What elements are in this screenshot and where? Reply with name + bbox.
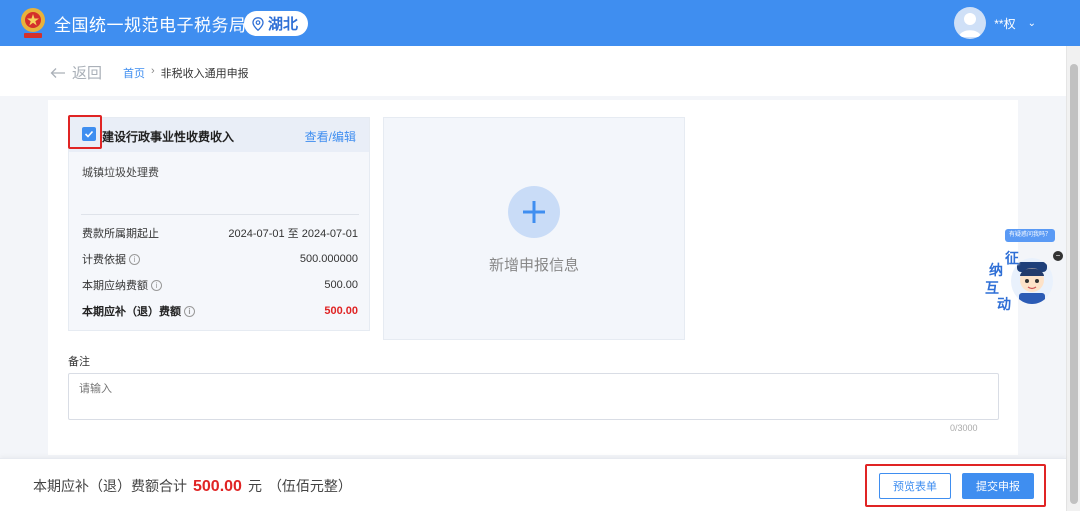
scrollbar-thumb[interactable] [1070,64,1078,504]
fee-payable-row: 本期应纳费额 i 500.00 [82,277,358,293]
tax-emblem-icon [18,6,48,40]
breadcrumb-home-link[interactable]: 首页 [123,65,145,81]
avatar[interactable] [954,7,987,39]
arrow-left-icon [50,67,65,78]
submit-declaration-button[interactable]: 提交申报 [962,473,1034,499]
note-label: 备注 [68,356,90,368]
fee-item-title: 建设行政事业性收费收入 [102,130,235,144]
breadcrumb-separator: › [151,65,155,77]
fee-basis-row: 计费依据 i 500.000000 [82,251,358,267]
highlight-box-checkbox [68,115,102,149]
fee-basis-label: 计费依据 [82,254,126,266]
fee-item-card: 建设行政事业性收费收入 查看/编辑 城镇垃圾处理费 费款所属期起止 2024-0… [68,117,370,331]
plus-icon[interactable] [508,186,560,238]
preview-form-button[interactable]: 预览表单 [879,473,951,499]
fee-period-value: 2024-07-01 至 2024-07-01 [228,228,358,240]
back-label: 返回 [72,65,103,82]
page-scrollbar[interactable] [1066,46,1080,511]
total-amount-words: （伍佰元整） [267,478,352,494]
top-header: 全国统一规范电子税务局 湖北 **权 ⌄ [0,0,1080,46]
fee-card-header: 建设行政事业性收费收入 查看/编辑 [69,118,369,152]
back-button[interactable]: 返回 [50,62,102,83]
fee-period-row: 费款所属期起止 2024-07-01 至 2024-07-01 [82,225,358,241]
helper-tooltip[interactable]: 有疑惑问我吗？ [1005,229,1055,242]
helper-char-na: 纳 [989,262,1003,278]
divider [81,214,359,215]
region-label: 湖北 [268,16,299,33]
note-char-counter: 0/3000 [950,423,978,433]
helper-char-zheng: 征 [1005,250,1019,266]
region-selector[interactable]: 湖北 [244,11,309,36]
breadcrumb: 首页 › 非税收入通用申报 [123,65,249,81]
info-icon[interactable]: i [184,305,195,317]
add-declaration-label[interactable]: 新增申报信息 [384,254,684,275]
close-icon[interactable]: − [1053,251,1063,261]
view-edit-link[interactable]: 查看/编辑 [305,128,356,145]
user-menu[interactable]: **权 ⌄ [954,7,1036,39]
helper-char-dong: 动 [997,296,1011,312]
fee-item-subtitle: 城镇垃圾处理费 [82,167,159,179]
total-label: 本期应补（退）费额合计 [33,478,187,494]
info-icon[interactable]: i [129,253,140,265]
fee-due-row: 本期应补（退）费额 i 500.00 [82,303,358,319]
interaction-helper-widget[interactable]: 征 纳 互 动 [981,244,1057,316]
fee-basis-value: 500.000000 [299,253,358,265]
fee-payable-value: 500.00 [324,279,358,291]
location-pin-icon [252,16,264,31]
fee-period-label: 费款所属期起止 [82,228,159,240]
note-textarea[interactable] [68,373,999,420]
fee-due-label: 本期应补（退）费额 [82,306,181,318]
chevron-down-icon[interactable]: ⌄ [1028,18,1036,29]
total-amount: 500.00 [193,478,242,495]
site-title[interactable]: 全国统一规范电子税务局 [54,11,247,36]
user-name[interactable]: **权 [994,15,1015,32]
breadcrumb-bar: 返回 首页 › 非税收入通用申报 [0,46,1066,96]
add-declaration-card[interactable]: 新增申报信息 [383,117,685,340]
info-icon[interactable]: i [151,279,162,291]
fee-payable-label: 本期应纳费额 [82,280,148,292]
total-summary: 本期应补（退）费额合计 500.00 元 （伍佰元整） [33,476,352,496]
breadcrumb-current: 非税收入通用申报 [160,68,249,80]
total-unit: 元 [247,478,262,494]
fee-due-value: 500.00 [324,305,358,317]
